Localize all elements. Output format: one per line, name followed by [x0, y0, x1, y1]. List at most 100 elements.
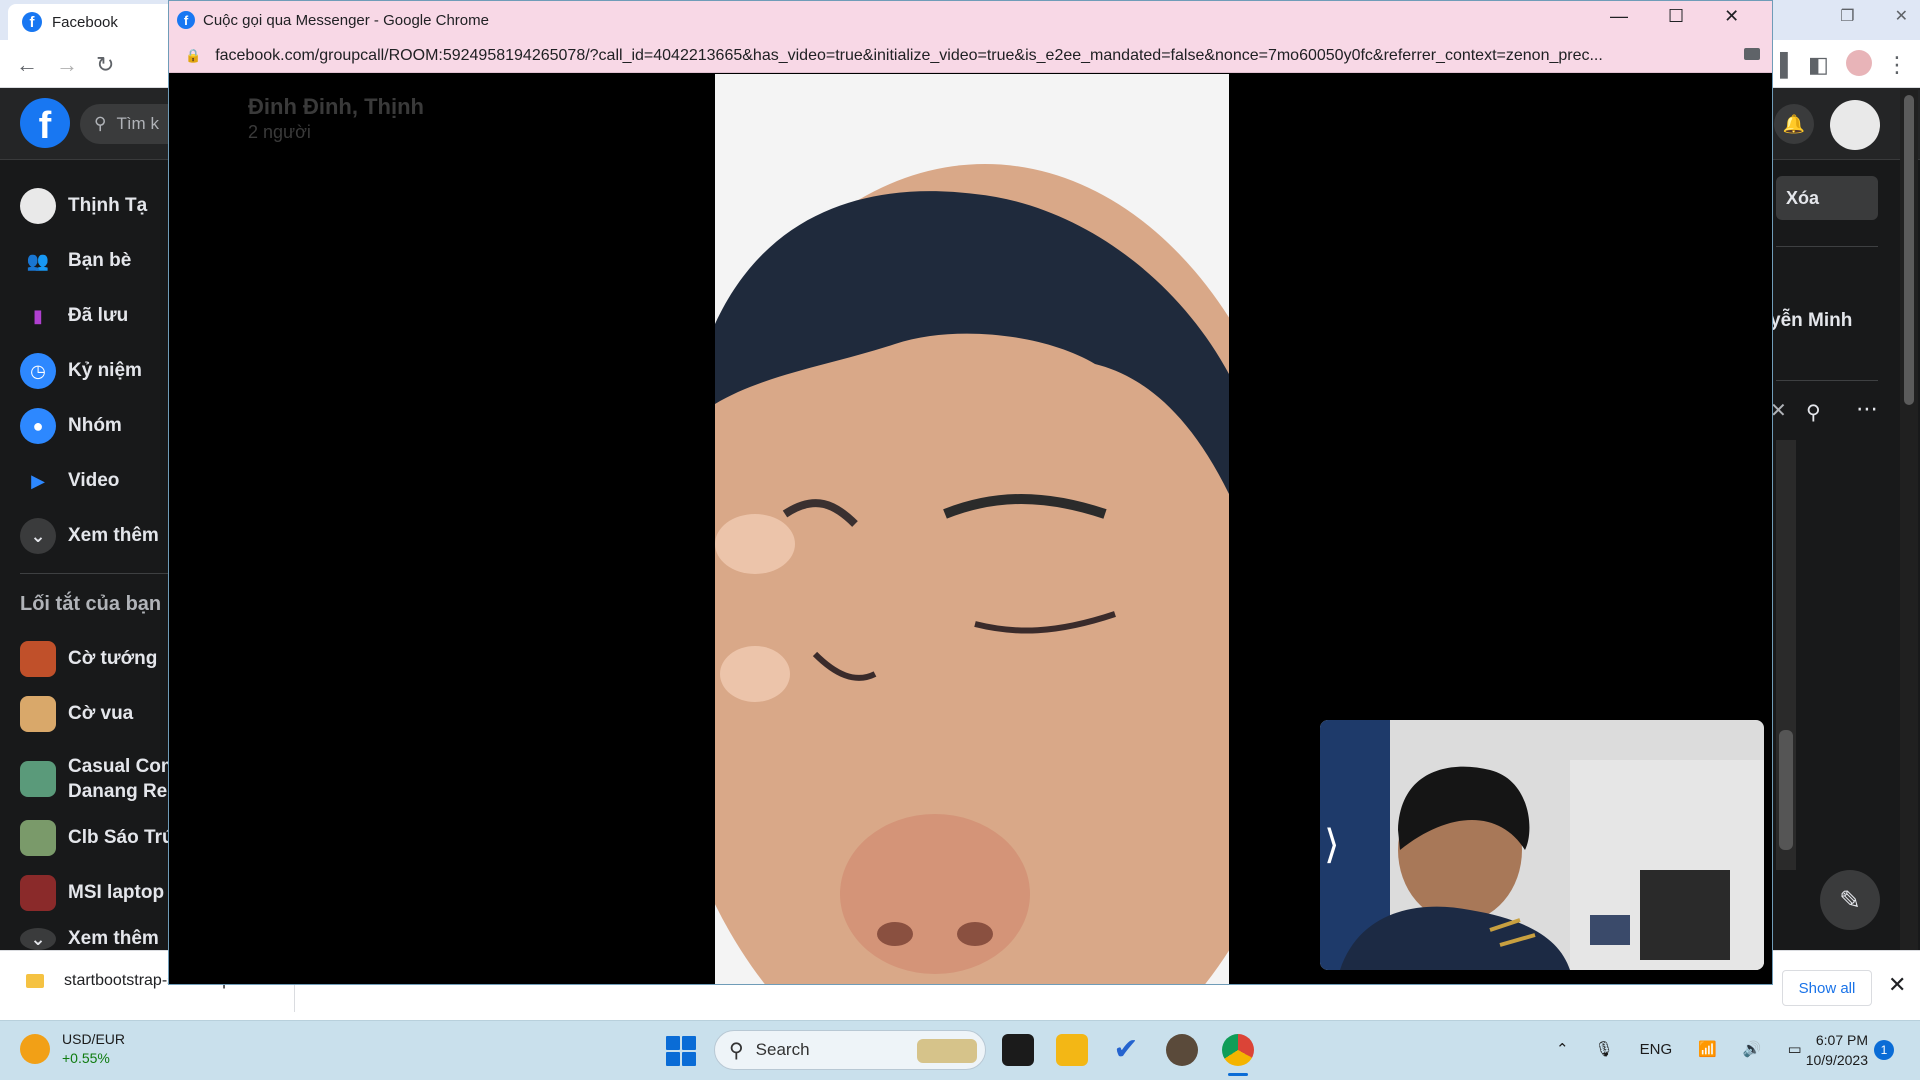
shortcut-clb-sao-truc[interactable]: Clb Sáo Trúc [20, 818, 184, 858]
shortcut-thumbnail-icon [20, 641, 56, 677]
wifi-icon[interactable]: 📶 [1698, 1040, 1717, 1058]
taskbar-search-box[interactable]: ⚲ Search [714, 1030, 986, 1070]
video-play-icon: ▶ [31, 470, 45, 491]
search-icon: ⚲ [94, 114, 107, 133]
scrollbar-thumb[interactable] [1904, 95, 1914, 405]
notification-badge[interactable]: 1 [1874, 1040, 1894, 1060]
shortcut-co-tuong[interactable]: Cờ tướng [20, 639, 157, 679]
show-all-downloads-button[interactable]: Show all [1782, 970, 1872, 1006]
lock-icon: 🔒 [185, 47, 202, 63]
background-window-controls: ❐ ✕ [1840, 6, 1908, 26]
back-arrow-icon[interactable]: ← [16, 52, 38, 78]
chat-scrollbar-thumb[interactable] [1779, 730, 1793, 850]
sidebar-panel-icon[interactable]: ◧ [1808, 52, 1829, 78]
profile-avatar-icon[interactable] [1846, 50, 1872, 76]
ticker-name: USD/EUR [62, 1031, 126, 1047]
call-window-controls: — ☐ ✕ [1610, 6, 1739, 27]
sidebar-divider [20, 573, 170, 574]
sidebar-item-profile[interactable]: Thịnh Tạ [20, 186, 147, 226]
microphone-icon[interactable]: 🎙 [1595, 1040, 1614, 1058]
chevron-down-icon: ⌄ [20, 518, 56, 554]
close-icon[interactable]: ✕ [1724, 6, 1739, 27]
reload-icon[interactable]: ↻ [96, 52, 114, 78]
facebook-right-panel [1775, 160, 1920, 950]
shortcut-casual-com[interactable]: Casual Com Danang Res [20, 753, 178, 805]
chevron-down-icon: ⌄ [20, 928, 56, 950]
sidebar-item-memories[interactable]: ◷ Kỷ niệm [20, 351, 142, 391]
ticker-change: +0.55% [62, 1050, 110, 1066]
system-tray: ⌃ 🎙 ENG 📶 🔊 ▭ [1556, 1040, 1802, 1059]
sidebar-item-video[interactable]: ▶ Video [20, 461, 119, 501]
delete-button[interactable]: Xóa [1776, 176, 1878, 220]
notifications-bell-icon[interactable]: 🔔 [1774, 104, 1814, 144]
sidebar-item-friends[interactable]: 👥 Bạn bè [20, 241, 132, 281]
extension-icon[interactable]: ▌ [1780, 52, 1796, 78]
avatar-icon [20, 188, 56, 224]
remote-video-frame [715, 74, 1229, 984]
self-view-video[interactable] [1320, 720, 1764, 970]
sidebar-item-saved[interactable]: ▮ Đã lưu [20, 296, 128, 336]
shortcut-thumbnail-icon [20, 820, 56, 856]
background-tab-facebook[interactable]: f Facebook [8, 4, 188, 40]
shortcut-thumbnail-icon [20, 761, 56, 797]
camera-indicator-icon[interactable] [1744, 48, 1760, 60]
windows-start-icon[interactable] [666, 1036, 696, 1066]
shortcut-co-vua[interactable]: Cờ vua [20, 694, 133, 734]
bookmark-icon: ▮ [33, 305, 43, 326]
taskbar-clock[interactable]: 6:07 PM 10/9/2023 [1790, 1030, 1868, 1070]
zip-file-icon [26, 974, 44, 988]
game-app-icon[interactable] [1166, 1034, 1198, 1066]
tab-title: Facebook [52, 13, 118, 31]
close-icon[interactable]: ✕ [1895, 6, 1908, 26]
more-options-icon[interactable]: ⋯ [1856, 396, 1878, 422]
friends-icon: 👥 [26, 250, 50, 271]
window-title: Cuộc gọi qua Messenger - Google Chrome [203, 11, 489, 29]
search-icon: ⚲ [729, 1039, 744, 1062]
contact-name[interactable]: yễn Minh [1770, 310, 1852, 332]
remote-participant-video [715, 74, 1229, 984]
shortcut-see-more[interactable]: ⌄ Xem thêm [20, 928, 159, 950]
call-participants: Đinh Đinh, Thịnh [248, 94, 424, 119]
todo-app-icon[interactable]: ✔ [1110, 1034, 1142, 1066]
search-highlight-icon [917, 1039, 977, 1063]
shortcuts-heading: Lối tắt của bạn [20, 593, 162, 615]
search-placeholder: Tìm k [116, 114, 159, 133]
url-text: facebook.com/groupcall/ROOM:592495819426… [215, 46, 1603, 64]
memories-clock-icon: ◷ [20, 353, 56, 389]
facebook-favicon-icon: f [22, 12, 42, 32]
sticky-notes-app-icon[interactable] [1002, 1034, 1034, 1066]
account-avatar[interactable] [1830, 100, 1880, 150]
clock-time: 6:07 PM [1815, 1032, 1868, 1048]
restore-icon[interactable]: ❐ [1840, 6, 1854, 26]
menu-kebab-icon[interactable]: ⋮ [1886, 52, 1908, 78]
forward-arrow-icon[interactable]: → [56, 52, 78, 78]
maximize-icon[interactable]: ☐ [1668, 6, 1684, 27]
shortcut-msi-laptop[interactable]: MSI laptop V [20, 873, 182, 913]
language-indicator[interactable]: ENG [1640, 1041, 1673, 1058]
self-video-frame [1320, 720, 1764, 970]
search-icon[interactable]: ⚲ [1806, 400, 1821, 425]
active-app-indicator [1228, 1073, 1248, 1076]
minimize-icon[interactable]: — [1610, 6, 1628, 27]
shortcut-thumbnail-icon [20, 696, 56, 732]
groups-icon: ● [20, 408, 56, 444]
chevron-up-icon[interactable]: ⌃ [1556, 1040, 1569, 1058]
shortcut-thumbnail-icon [20, 875, 56, 911]
file-explorer-app-icon[interactable] [1056, 1034, 1088, 1066]
close-download-shelf-icon[interactable]: ✕ [1888, 972, 1906, 998]
chevron-right-icon[interactable]: ⟩ [1324, 822, 1340, 868]
sidebar-item-groups[interactable]: ● Nhóm [20, 406, 122, 446]
sidebar-item-see-more[interactable]: ⌄ Xem thêm [20, 516, 159, 556]
facebook-favicon-icon: f [177, 11, 195, 29]
new-message-compose-icon[interactable]: ✎ [1820, 870, 1880, 930]
widgets-ticker[interactable]: USD/EUR +0.55% [20, 1030, 125, 1068]
chrome-app-icon[interactable] [1222, 1034, 1254, 1066]
call-address-bar[interactable]: 🔒 facebook.com/groupcall/ROOM:5924958194… [169, 39, 1772, 73]
right-divider [1776, 380, 1878, 381]
call-participant-count: 2 người [248, 122, 311, 142]
call-window-titlebar: f Cuộc gọi qua Messenger - Google Chrome [169, 1, 1772, 39]
right-divider [1776, 246, 1878, 247]
speaker-icon[interactable]: 🔊 [1743, 1040, 1762, 1058]
facebook-logo-icon[interactable]: f [20, 98, 70, 148]
currency-widget-icon [20, 1034, 50, 1064]
